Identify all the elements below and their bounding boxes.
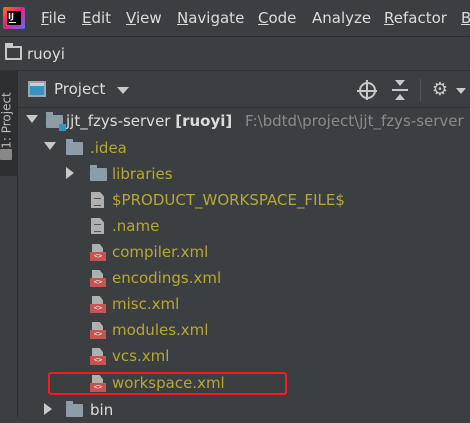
tree-row-bin[interactable]: bin — [18, 397, 470, 423]
navigation-bar: ruoyi — [0, 37, 470, 71]
menu-bar: IJ File Edit View Navigate Code Analyze … — [0, 0, 470, 37]
menu-view[interactable]: View — [126, 9, 162, 27]
tree-label-compiler-xml: compiler.xml — [112, 243, 209, 261]
tree-label-name: .name — [112, 217, 160, 235]
menu-edit[interactable]: Edit — [82, 9, 111, 27]
project-icon — [28, 81, 46, 97]
breadcrumb-project[interactable]: ruoyi — [27, 45, 65, 63]
root-path: F:\bdtd\project\jjt_fzys-server — [245, 112, 464, 130]
tree-label-misc-xml: misc.xml — [112, 295, 180, 313]
module-folder-icon — [46, 112, 66, 131]
project-view-selector[interactable]: Project — [54, 80, 105, 98]
collapsed-arrow-icon[interactable] — [44, 403, 52, 415]
structure-tool-icon[interactable] — [0, 149, 12, 160]
tree-label-bin: bin — [90, 401, 114, 419]
xml-file-icon: <> — [90, 322, 106, 339]
tree-row-misc-xml[interactable]: <> misc.xml — [18, 291, 470, 317]
tree-row-encodings-xml[interactable]: <> encodings.xml — [18, 265, 470, 291]
tree-row-modules-xml[interactable]: <> modules.xml — [18, 317, 470, 343]
tree-row-vcs-xml[interactable]: <> vcs.xml — [18, 343, 470, 369]
tree-label-modules-xml: modules.xml — [112, 321, 209, 339]
folder-icon — [5, 43, 22, 60]
menu-analyze[interactable]: Analyze — [312, 9, 371, 27]
text-file-icon — [91, 192, 104, 208]
tree-row-idea[interactable]: .idea — [18, 135, 470, 161]
folder-icon — [66, 139, 83, 155]
xml-file-icon: <> — [90, 270, 106, 287]
folder-icon — [90, 165, 107, 181]
tree-label-encodings-xml: encodings.xml — [112, 269, 222, 287]
expand-arrow-icon[interactable] — [44, 142, 56, 150]
tree-label-vcs-xml: vcs.xml — [112, 347, 170, 365]
project-tree: jjt_fzys-server [ruoyi] F:\bdtd\project\… — [18, 108, 470, 419]
locate-target-icon[interactable] — [357, 80, 377, 100]
xml-file-icon: <> — [90, 296, 106, 313]
xml-file-icon: <> — [90, 244, 106, 261]
tree-row-name[interactable]: .name — [18, 213, 470, 239]
gear-icon[interactable]: ⚙ — [430, 80, 450, 100]
project-panel-header: Project ⚙ — [18, 71, 470, 108]
menu-build[interactable]: B — [461, 9, 470, 27]
collapse-all-icon[interactable] — [390, 80, 410, 100]
toolbar-divider — [420, 79, 421, 101]
highlight-annotation-box — [48, 372, 287, 395]
folder-icon — [66, 401, 83, 417]
tree-row-compiler-xml[interactable]: <> compiler.xml — [18, 239, 470, 265]
root-module: [ruoyi] — [175, 112, 233, 130]
tree-row-root[interactable]: jjt_fzys-server [ruoyi] F:\bdtd\project\… — [18, 108, 470, 134]
expand-arrow-icon[interactable] — [26, 115, 38, 123]
tree-label-idea: .idea — [90, 139, 127, 157]
tree-label-product-workspace: $PRODUCT_WORKSPACE_FILE$ — [112, 191, 345, 209]
collapsed-arrow-icon[interactable] — [66, 167, 74, 179]
chevron-down-icon[interactable] — [117, 87, 129, 94]
menu-file[interactable]: File — [41, 9, 66, 27]
tree-label-libraries: libraries — [112, 165, 173, 183]
gear-dropdown-icon[interactable] — [456, 88, 466, 94]
tree-row-libraries[interactable]: libraries — [18, 161, 470, 187]
tree-row-product-workspace[interactable]: $PRODUCT_WORKSPACE_FILE$ — [18, 187, 470, 213]
menu-code[interactable]: Code — [258, 9, 296, 27]
intellij-logo-icon: IJ — [3, 7, 25, 29]
menu-navigate[interactable]: Navigate — [177, 9, 244, 27]
xml-file-icon: <> — [90, 348, 106, 365]
text-file-icon — [91, 218, 104, 234]
root-name: jjt_fzys-server — [66, 112, 171, 130]
menu-refactor[interactable]: Refactor — [384, 9, 447, 27]
